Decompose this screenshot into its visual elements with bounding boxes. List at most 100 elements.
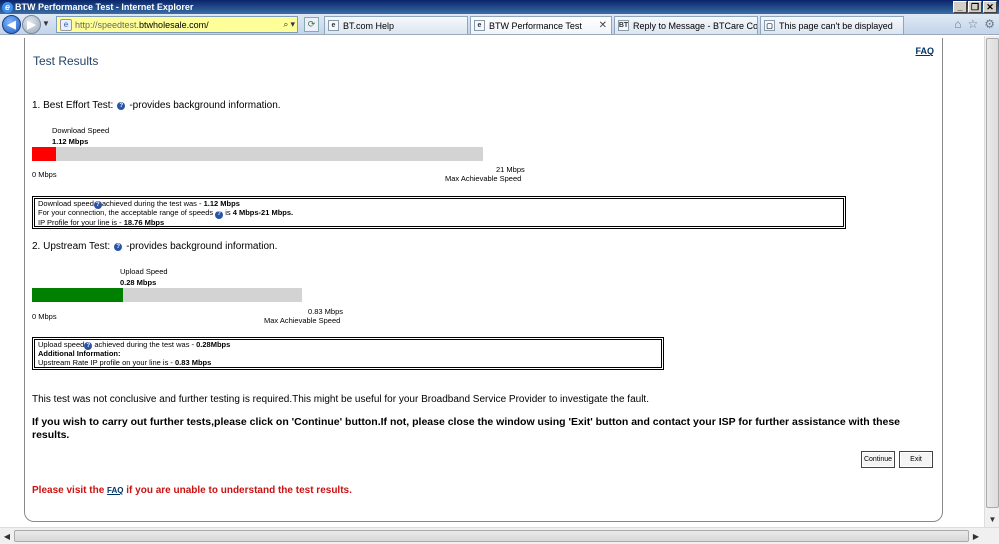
download-speed-label: Download Speed [52,126,110,135]
page-icon: e [60,18,72,31]
browser-toolbar-icons: ⌂ ☆ ⚙ [954,17,995,31]
horizontal-scrollbar[interactable]: ◀ ▶ [0,527,999,544]
download-speed-bar [32,147,483,161]
page-content: FAQ Test Results 1. Best Effort Test: ? … [0,36,984,527]
download-speed-bar-fill [32,147,57,161]
acceptable-range-value: 4 Mbps-21 Mbps. [232,208,294,218]
tab-page-icon: e [474,20,485,31]
window-controls: _ ❐ ✕ [953,1,997,13]
tab-btw-performance-test[interactable]: e BTW Performance Test ✕ [470,16,612,34]
tab-label: BT.com Help [343,20,395,31]
ip-profile-value: 18.76 Mbps [123,217,165,227]
tab-page-cant-be-displayed[interactable]: ▢ This page can't be displayed [760,16,904,34]
info-text: Upstream Rate IP profile on your line is… [38,357,176,367]
info-text: is [223,208,233,218]
upload-min-label: 0 Mbps [32,312,57,321]
info-text: Upload speed [38,340,85,349]
download-max-value: 21 Mbps [496,165,525,174]
forward-arrow-icon: ▶ [27,19,36,31]
help-icon[interactable]: ? [114,242,123,251]
settings-gear-icon[interactable]: ⚙ [984,17,995,31]
url-host: btwholesale.com/ [139,19,209,30]
tab-close-icon[interactable]: ✕ [599,20,607,31]
tab-bt-help[interactable]: e BT.com Help [324,16,468,34]
download-info-box-inner: Download speed? achieved during the test … [34,198,844,227]
history-dropdown-icon[interactable]: ▼ [42,19,50,28]
exit-button[interactable]: Exit [899,451,933,468]
page-title: Test Results [33,54,99,68]
info-text: For your connection, the acceptable rang… [38,208,214,218]
faq-message-prefix: Please visit the [32,485,108,496]
help-icon[interactable]: ? [117,101,126,110]
back-button[interactable]: ◀ [2,15,21,34]
address-url[interactable]: http://speedtest.btwholesale.com/ [75,20,283,30]
download-info-line-3: IP Profile for your line is - 18.76 Mbps [38,217,840,228]
upload-speed-label: Upload Speed [120,267,168,276]
upload-speed-value: 0.28 Mbps [120,278,157,287]
info-text: IP Profile for your line is - [38,217,124,227]
upstream-heading: 2. Upstream Test: ? -provides background… [32,241,277,252]
forward-button[interactable]: ▶ [22,15,41,34]
upstream-heading-text: 2. Upstream Test: [32,241,111,252]
faq-link-bottom[interactable]: FAQ [107,486,123,495]
home-icon[interactable]: ⌂ [954,17,961,31]
scroll-right-icon[interactable]: ▶ [970,530,982,542]
upload-info-line-3: Upstream Rate IP profile on your line is… [38,357,658,368]
tab-reply-to-message[interactable]: BT Reply to Message - BTCare Com... [614,16,758,34]
refresh-button[interactable]: ⟳ [304,17,319,32]
upload-max-value: 0.83 Mbps [308,307,344,316]
title-bar: e BTW Performance Test - Internet Explor… [0,0,999,14]
vertical-scrollbar[interactable]: ▼ [984,36,999,527]
favorites-star-icon[interactable]: ☆ [967,17,978,31]
info-text: Download speed [38,199,94,208]
upload-info-box: Upload speed? achieved during the test w… [32,337,664,370]
tab-page-icon: e [328,20,339,31]
address-bar[interactable]: e http://speedtest.btwholesale.com/ ⌕ ▾ [56,16,298,33]
help-icon[interactable]: ? [215,210,224,219]
tab-label: This page can't be displayed [779,20,893,31]
info-text: achieved during the test was - [101,199,204,208]
upstream-heading-suffix: -provides background information. [126,241,278,252]
refresh-icon: ⟳ [307,19,316,29]
url-prefix: http://speedtest. [75,19,140,30]
best-effort-heading: 1. Best Effort Test: ? -provides backgro… [32,100,281,111]
bt-logo-icon: BT [618,20,629,31]
upload-info-box-inner: Upload speed? achieved during the test w… [34,339,662,368]
upload-speed-bar [32,288,302,302]
best-effort-heading-suffix: -provides background information. [129,100,281,111]
best-effort-heading-text: 1. Best Effort Test: [32,100,114,111]
scroll-down-icon[interactable]: ▼ [986,513,999,525]
inconclusive-message: This test was not conclusive and further… [32,394,649,405]
download-max-label: Max Achievable Speed [445,174,522,183]
upstream-ip-profile-value: 0.83 Mbps [175,357,212,367]
navigation-bar: ◀ ▶ ▼ e http://speedtest.btwholesale.com… [0,14,999,35]
results-panel: FAQ Test Results 1. Best Effort Test: ? … [24,38,943,522]
upload-achieved-value: 0.28Mbps [196,340,231,349]
continue-button[interactable]: Continue [861,451,895,468]
close-button[interactable]: ✕ [983,1,997,13]
download-min-label: 0 Mbps [32,170,57,179]
restore-button[interactable]: ❐ [968,1,982,13]
upload-speed-bar-fill [32,288,123,302]
address-tools: ⌕ ▾ [283,19,297,30]
window-title: BTW Performance Test - Internet Explorer [15,2,194,12]
tab-label: BTW Performance Test [489,20,582,31]
tab-label: Reply to Message - BTCare Com... [633,20,758,31]
horizontal-scroll-thumb[interactable] [14,530,969,542]
ie-logo-icon: e [2,1,13,13]
scroll-left-icon[interactable]: ◀ [1,530,13,542]
download-speed-value: 1.12 Mbps [52,137,89,146]
upload-info-line-1: Upload speed? achieved during the test w… [38,340,658,351]
back-arrow-icon: ◀ [7,19,16,31]
address-dropdown-icon[interactable]: ▾ [290,19,295,30]
search-icon[interactable]: ⌕ [283,19,288,30]
instructions-message: If you wish to carry out further tests,p… [32,416,900,441]
tab-page-icon: ▢ [764,20,775,31]
vertical-scroll-thumb[interactable] [986,38,999,508]
info-text: achieved during the test was - [92,340,197,349]
minimize-button[interactable]: _ [953,1,967,13]
faq-message-suffix: if you are unable to understand the test… [123,485,352,496]
faq-message: Please visit the FAQ if you are unable t… [32,485,352,496]
upload-max-label: Max Achievable Speed [264,316,341,325]
faq-link-top[interactable]: FAQ [915,46,934,56]
